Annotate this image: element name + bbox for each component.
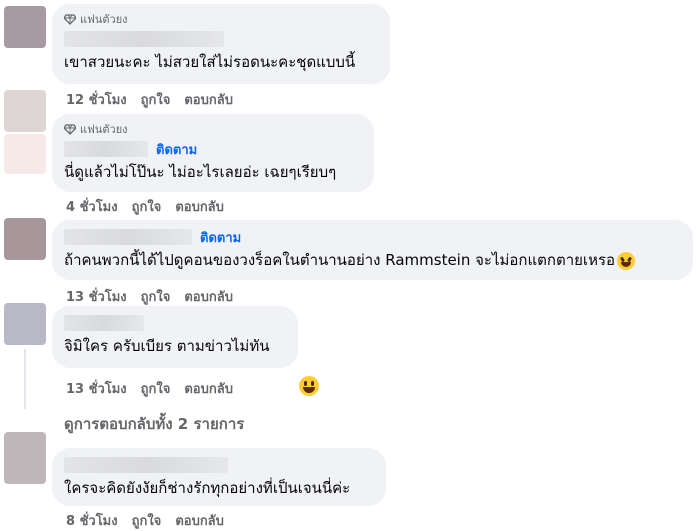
laughing-emoji-icon xyxy=(617,251,636,270)
follow-button[interactable]: ติดตาม xyxy=(156,139,197,160)
avatar[interactable] xyxy=(4,6,46,48)
reply-button[interactable]: ตอบกลับ xyxy=(175,196,224,217)
comment-text: ถ้าคนพวกนี้ได้ไปดูคอนของวงร็อคในตำนานอย่… xyxy=(64,250,681,270)
avatar[interactable] xyxy=(4,90,46,132)
comment-bubble: ติดตาม ถ้าคนพวกนี้ได้ไปดูคอนของวงร็อคในต… xyxy=(52,220,693,280)
diamond-icon xyxy=(64,123,76,135)
avatar[interactable] xyxy=(4,218,46,260)
avatar xyxy=(4,134,46,174)
top-fan-badge[interactable]: แฟนตัวยง xyxy=(64,12,378,26)
comment-text: นี่ดูแล้วไม่โป๊นะ ไม่อะไรเลยอ่ะ เฉยๆเรีย… xyxy=(64,163,337,181)
author-name[interactable] xyxy=(64,30,378,48)
like-button[interactable]: ถูกใจ xyxy=(141,286,171,307)
grinning-emoji-icon[interactable] xyxy=(299,376,319,396)
author-name[interactable] xyxy=(64,457,228,473)
author-name[interactable] xyxy=(64,315,144,331)
comment-bubble: แฟนตัวยง เขาสวยนะคะ ไม่สวยใส่ไม่รอดนะคะช… xyxy=(52,4,390,84)
reply-thread-line xyxy=(24,349,26,409)
comment-bubble: จิมิใคร ครับเบียร ตามข่าวไม่ทัน xyxy=(52,306,298,368)
comment-timestamp[interactable]: 4 ชั่วโมง xyxy=(66,196,118,217)
view-replies-link[interactable]: ดูการตอบกลับทั้ง 2 รายการ xyxy=(64,412,244,436)
like-button[interactable]: ถูกใจ xyxy=(141,89,171,110)
reply-button[interactable]: ตอบกลับ xyxy=(184,286,233,307)
badge-label: แฟนตัวยง xyxy=(80,13,128,26)
avatar[interactable] xyxy=(4,432,46,484)
top-fan-badge[interactable]: แฟนตัวยง xyxy=(64,122,362,136)
badge-label: แฟนตัวยง xyxy=(80,123,128,136)
like-button[interactable]: ถูกใจ xyxy=(141,378,171,399)
reply-button[interactable]: ตอบกลับ xyxy=(184,378,233,399)
like-button[interactable]: ถูกใจ xyxy=(132,196,162,217)
comment-text: จิมิใคร ครับเบียร ตามข่าวไม่ทัน xyxy=(64,337,270,355)
comment-text: เขาสวยนะคะ ไม่สวยใส่ไม่รอดนะคะชุดแบบนี้ xyxy=(64,53,356,71)
comment-bubble: ใครจะคิดยังงัยก็ช่างรักทุกอย่างที่เป็นเจ… xyxy=(52,448,386,506)
diamond-icon xyxy=(64,13,76,25)
follow-button[interactable]: ติดตาม xyxy=(200,227,241,248)
comment-timestamp[interactable]: 13 ชั่วโมง xyxy=(66,286,127,307)
comment-bubble: แฟนตัวยง ติดตาม นี่ดูแล้วไม่โป๊นะ ไม่อะไ… xyxy=(52,114,374,192)
comment-text: ใครจะคิดยังงัยก็ช่างรักทุกอย่างที่เป็นเจ… xyxy=(64,479,351,497)
comment-timestamp[interactable]: 13 ชั่วโมง xyxy=(66,378,127,399)
avatar[interactable] xyxy=(4,303,46,345)
comment-timestamp[interactable]: 12 ชั่วโมง xyxy=(66,89,127,110)
author-name[interactable] xyxy=(64,229,192,245)
author-name[interactable] xyxy=(64,141,148,157)
reply-button[interactable]: ตอบกลับ xyxy=(184,89,233,110)
